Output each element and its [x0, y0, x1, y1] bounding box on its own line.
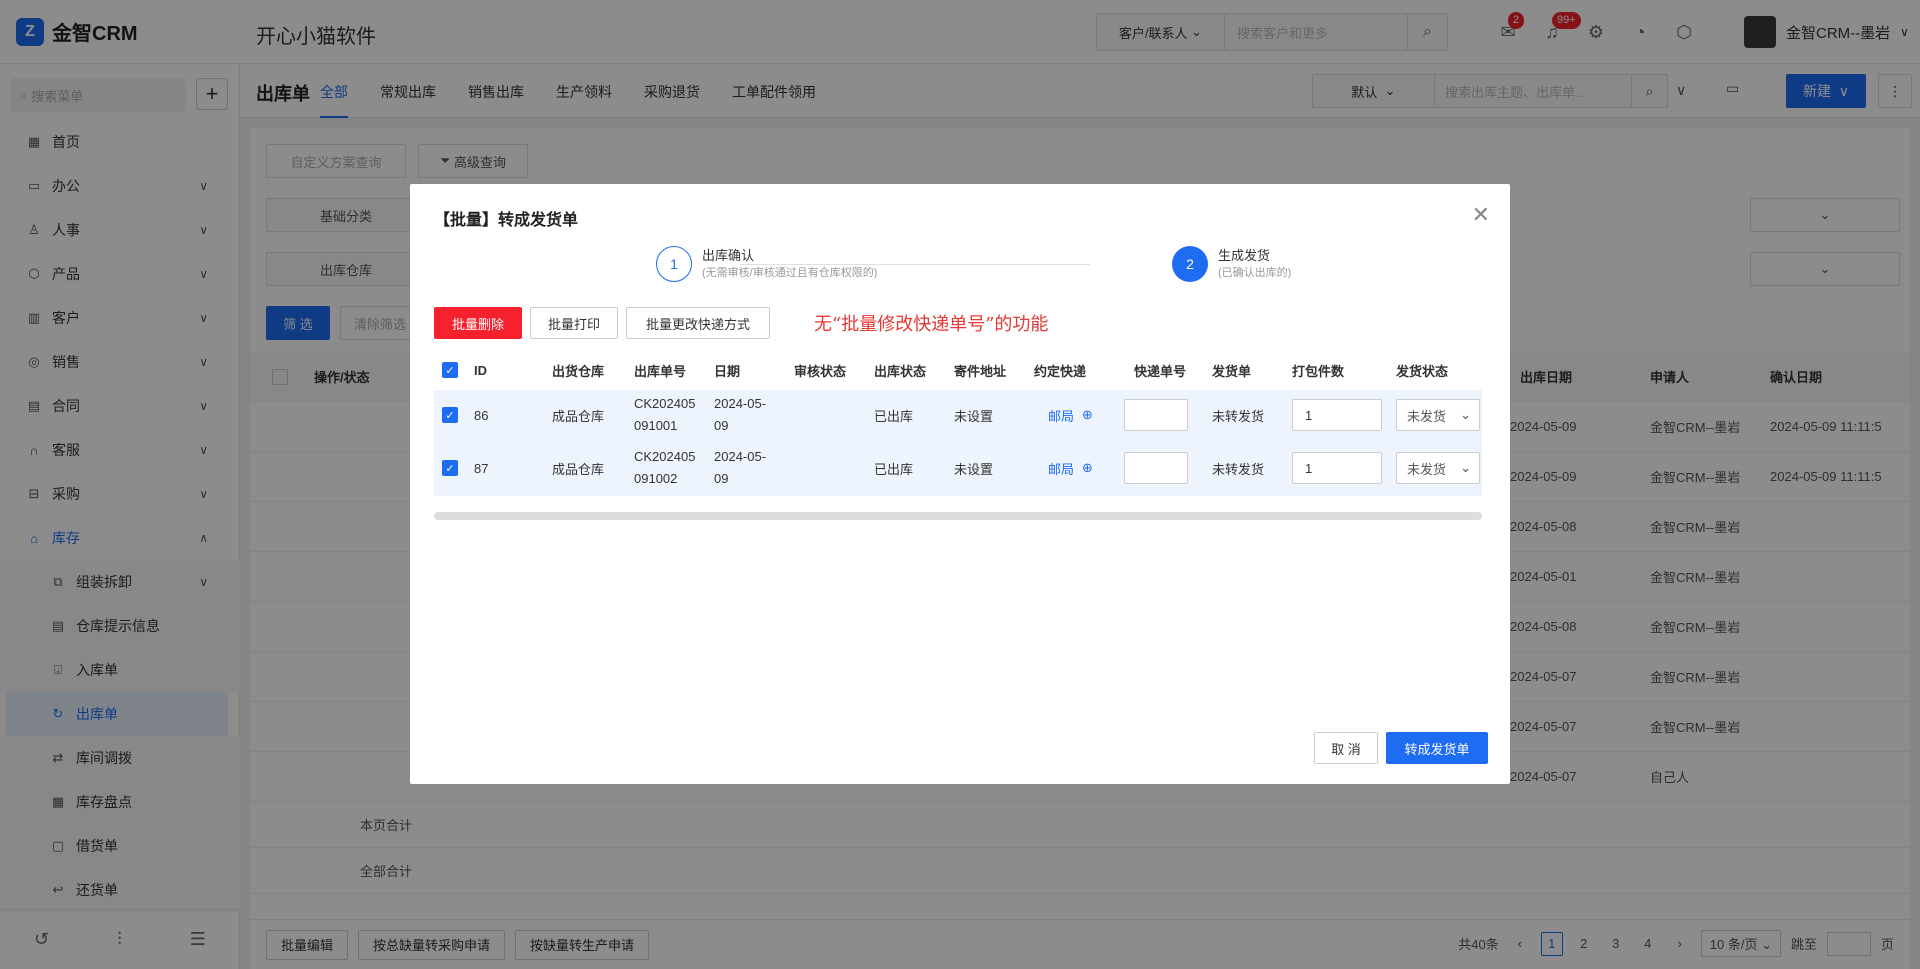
- convert-to-shipment-button[interactable]: 转成发货单: [1386, 732, 1488, 764]
- packages-input[interactable]: 1: [1292, 452, 1382, 484]
- close-icon[interactable]: ✕: [1472, 202, 1490, 228]
- cell-address: 未设置: [954, 461, 994, 477]
- out-no-part2: 091002: [634, 471, 678, 486]
- cell-ship-order: 未转发货: [1212, 461, 1265, 477]
- step-2-title: 生成发货: [1218, 248, 1271, 263]
- batch-convert-modal: 【批量】转成发货单 ✕ 1 出库确认 (无需审核/审核通过且有仓库权限的) 2 …: [410, 184, 1510, 784]
- header-out-no: 出库单号: [634, 363, 687, 379]
- out-no-part2: 091001: [634, 418, 678, 433]
- cell-warehouse: 成品仓库: [552, 461, 605, 477]
- step-1-number: 1: [656, 246, 692, 282]
- batch-change-express-button[interactable]: 批量更改快递方式: [626, 307, 770, 339]
- cell-date: 2024-05- 09: [714, 440, 766, 496]
- cell-express: 邮局 ⊕: [1048, 440, 1093, 496]
- cell-address: 未设置: [954, 408, 994, 424]
- chevron-down-icon: ⌄: [1460, 460, 1471, 475]
- table-row[interactable]: ✓ 87 成品仓库 CK202405 091002 2024-05- 09 已出库 …: [434, 440, 1482, 496]
- cell-out-no: CK202405 091001: [634, 390, 695, 440]
- date-part1: 2024-05-: [714, 449, 767, 464]
- cell-date: 2024-05- 09: [714, 390, 766, 440]
- tracking-input[interactable]: [1124, 399, 1188, 431]
- cell-id: 86: [474, 407, 489, 423]
- zoom-in-icon[interactable]: ⊕: [1082, 407, 1093, 423]
- cell-id: 87: [474, 460, 489, 476]
- header-out-status: 出库状态: [874, 363, 927, 379]
- header-warehouse: 出货仓库: [552, 363, 605, 379]
- modal-title: 【批量】转成发货单: [434, 212, 579, 229]
- packages-input[interactable]: 1: [1292, 399, 1382, 431]
- ship-status-label: 未发货: [1407, 461, 1447, 477]
- step-2-desc: (已确认出库的): [1218, 267, 1292, 279]
- row-checkbox[interactable]: ✓: [442, 460, 458, 476]
- date-part1: 2024-05-: [714, 396, 767, 411]
- step-2: 2 生成发货 (已确认出库的): [1172, 246, 1291, 282]
- zoom-in-icon[interactable]: ⊕: [1082, 460, 1093, 476]
- header-id: ID: [474, 362, 487, 378]
- date-part2: 09: [714, 418, 729, 433]
- ship-status-label: 未发货: [1407, 408, 1447, 424]
- header-tracking: 快递单号: [1134, 363, 1187, 379]
- step-1: 1 出库确认 (无需审核/审核通过且有仓库权限的): [656, 246, 877, 282]
- express-link[interactable]: 邮局: [1048, 406, 1074, 425]
- step-2-number: 2: [1172, 246, 1208, 282]
- date-part2: 09: [714, 471, 729, 486]
- modal-table: ✓ ID 出货仓库 出库单号 日期 审核状态 出库状态 寄件地址 约定快递 快递…: [434, 350, 1482, 500]
- cell-out-status: 已出库: [874, 461, 914, 477]
- out-no-part1: CK202405: [634, 396, 696, 411]
- header-ship-status: 发货状态: [1396, 363, 1449, 379]
- batch-delete-button[interactable]: 批量删除: [434, 307, 522, 339]
- chevron-down-icon: ⌄: [1460, 407, 1471, 422]
- out-no-part1: CK202405: [634, 449, 696, 464]
- step-1-title: 出库确认: [702, 248, 755, 263]
- tracking-input[interactable]: [1124, 452, 1188, 484]
- step-1-desc: (无需审核/审核通过且有仓库权限的): [702, 267, 878, 279]
- cell-warehouse: 成品仓库: [552, 408, 605, 424]
- row-checkbox[interactable]: ✓: [442, 407, 458, 423]
- cell-ship-order: 未转发货: [1212, 408, 1265, 424]
- header-audit-status: 审核状态: [794, 363, 847, 379]
- header-ship-order: 发货单: [1212, 363, 1252, 379]
- cell-express: 邮局 ⊕: [1048, 390, 1093, 440]
- ship-status-select[interactable]: 未发货 ⌄: [1396, 452, 1480, 484]
- annotation-note: 无“批量修改快递单号”的功能: [814, 314, 1049, 335]
- express-link[interactable]: 邮局: [1048, 459, 1074, 478]
- cell-out-status: 已出库: [874, 408, 914, 424]
- header-packages: 打包件数: [1292, 363, 1345, 379]
- horizontal-scrollbar[interactable]: [434, 512, 1482, 520]
- ship-status-select[interactable]: 未发货 ⌄: [1396, 399, 1480, 431]
- header-address: 寄件地址: [954, 363, 1007, 379]
- modal-table-header: ✓ ID 出货仓库 出库单号 日期 审核状态 出库状态 寄件地址 约定快递 快递…: [434, 350, 1482, 390]
- cell-out-no: CK202405 091002: [634, 440, 695, 496]
- table-row[interactable]: ✓ 86 成品仓库 CK202405 091001 2024-05- 09 已出库 …: [434, 390, 1482, 440]
- select-all-checkbox[interactable]: ✓: [442, 362, 458, 378]
- cancel-button[interactable]: 取 消: [1314, 732, 1378, 764]
- header-date: 日期: [714, 363, 741, 379]
- batch-print-button[interactable]: 批量打印: [530, 307, 618, 339]
- header-express: 约定快递: [1034, 363, 1087, 379]
